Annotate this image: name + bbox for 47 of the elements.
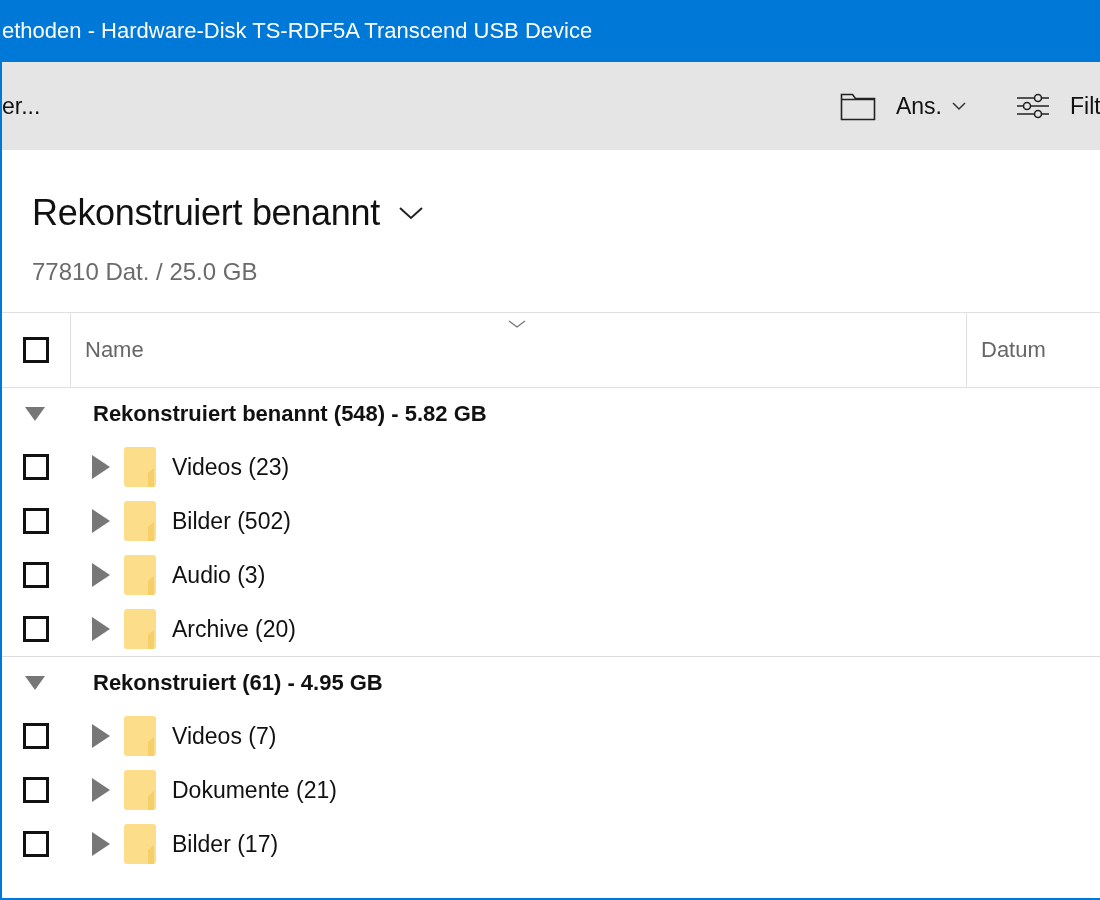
caret-right-icon[interactable] [92, 455, 110, 479]
row-checkbox[interactable] [23, 508, 49, 534]
caret-right-icon[interactable] [92, 563, 110, 587]
folder-icon [124, 447, 158, 487]
chevron-down-icon[interactable] [397, 205, 424, 221]
row-checkbox[interactable] [23, 562, 49, 588]
sliders-icon[interactable] [1016, 91, 1050, 121]
row-checkbox[interactable] [23, 831, 49, 857]
folder-name[interactable]: Bilder (17) [172, 830, 279, 858]
folder-name[interactable]: Audio (3) [172, 561, 266, 589]
sort-chevron-icon [508, 319, 526, 329]
folder-name[interactable]: Videos (23) [172, 453, 290, 481]
column-label: Name [85, 337, 144, 363]
folder-icon [124, 501, 158, 541]
folder-icon[interactable] [839, 91, 876, 121]
row-checkbox[interactable] [23, 616, 49, 642]
folder-name[interactable]: Bilder (502) [172, 507, 291, 535]
row-checkbox[interactable] [23, 454, 49, 480]
folder-icon [124, 770, 158, 810]
group-header: Rekonstruiert (61) - 4.95 GB [93, 670, 383, 696]
folder-icon [124, 716, 158, 756]
chevron-down-icon [952, 101, 966, 111]
folder-name[interactable]: Archive (20) [172, 615, 296, 643]
folder-icon [124, 555, 158, 595]
file-summary: 77810 Dat. / 25.0 GB [31, 258, 259, 286]
caret-right-icon[interactable] [92, 832, 110, 856]
window-title: ethoden - Hardware-Disk TS-RDF5A Transcend USB Device [2, 18, 593, 44]
caret-right-icon[interactable] [92, 778, 110, 802]
select-all-checkbox[interactable] [23, 337, 49, 363]
row-checkbox[interactable] [23, 777, 49, 803]
column-header[interactable]: Datum [966, 313, 1046, 387]
folder-name[interactable]: Videos (7) [172, 722, 277, 750]
caret-down-icon[interactable] [24, 675, 46, 691]
row-checkbox[interactable] [23, 723, 49, 749]
view-dropdown[interactable]: Ans. [895, 92, 966, 120]
page-title: Rekonstruiert benannt [32, 192, 380, 234]
column-header[interactable]: Name [70, 313, 966, 387]
folder-icon [124, 824, 158, 864]
folder-icon [124, 609, 158, 649]
folder-name[interactable]: Dokumente (21) [172, 776, 337, 804]
filter-button[interactable]: Filt [1070, 92, 1100, 120]
group-header: Rekonstruiert benannt (548) - 5.82 GB [93, 401, 487, 427]
caret-right-icon[interactable] [92, 509, 110, 533]
caret-right-icon[interactable] [92, 617, 110, 641]
toolbar-button[interactable]: er... [2, 92, 41, 120]
caret-down-icon[interactable] [24, 406, 46, 422]
caret-right-icon[interactable] [92, 724, 110, 748]
